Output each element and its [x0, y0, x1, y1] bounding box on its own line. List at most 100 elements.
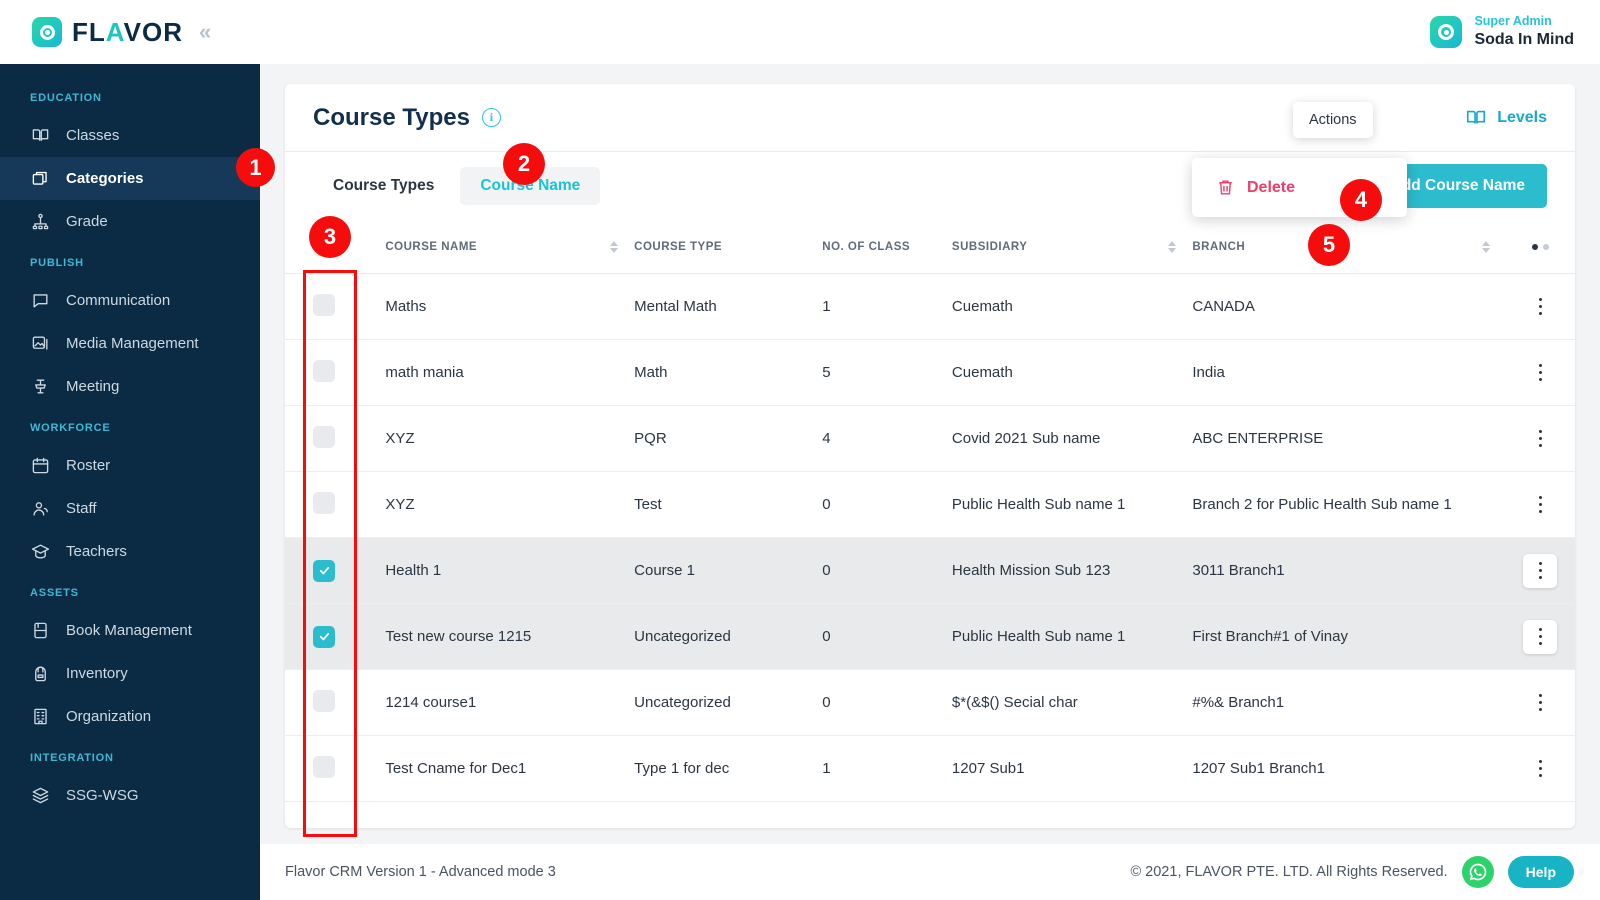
user-profile[interactable]: Super Admin Soda In Mind — [1430, 14, 1574, 50]
row-select-cell — [285, 274, 385, 340]
cell-no-of-class: 0 — [822, 694, 831, 711]
sidebar-item-label: Staff — [66, 500, 97, 517]
sidebar-item-media-management[interactable]: Media Management — [0, 322, 260, 365]
table-row[interactable]: Test Cname for Dec1 Type 1 for dec 1 1207 S… — [285, 736, 1575, 802]
help-button[interactable]: Help — [1507, 856, 1574, 888]
row-checkbox[interactable] — [313, 425, 335, 448]
row-kebab-menu-button[interactable] — [1523, 553, 1558, 588]
cell-course-type: Test — [634, 496, 662, 513]
cell-course-type: Uncategorized — [634, 628, 731, 645]
info-icon[interactable]: i — [481, 108, 501, 127]
table-row[interactable]: Health 1 Course 1 0 Health Mission Sub 123 3… — [285, 537, 1575, 604]
annotation-badge-4: 4 — [1340, 179, 1382, 221]
sidebar-item-classes[interactable]: Classes — [0, 114, 260, 157]
copyright: © 2021, FLAVOR PTE. LTD. All Rights Rese… — [1130, 864, 1448, 880]
row-select-cell — [285, 670, 385, 736]
sidebar-item-roster[interactable]: Roster — [0, 444, 260, 487]
table-row[interactable]: Maths Mental Math 1 Cuemath CANADA — [285, 274, 1575, 340]
sidebar-section-integration: INTEGRATION — [30, 752, 114, 764]
column-label: NO. OF CLASS — [822, 240, 911, 253]
cell-course-name: 1214 course1 — [385, 694, 477, 711]
column-settings-icon[interactable] — [1506, 243, 1575, 250]
row-kebab-menu-button[interactable] — [1523, 752, 1557, 786]
annotation-badge-3: 3 — [309, 216, 351, 258]
row-checkbox[interactable] — [313, 559, 335, 582]
levels-button[interactable]: Levels — [1465, 107, 1547, 129]
column-header-subsidiary[interactable]: SUBSIDIARY — [951, 220, 1193, 274]
sidebar-item-label: Book Management — [66, 622, 192, 639]
brand-name: FLAVOR — [72, 16, 183, 47]
sidebar-item-inventory[interactable]: Inventory — [0, 652, 260, 695]
sort-toggle-subsidiary[interactable] — [1168, 240, 1177, 253]
row-kebab-menu-button[interactable] — [1523, 619, 1558, 654]
footer-right: © 2021, FLAVOR PTE. LTD. All Rights Rese… — [1130, 856, 1574, 888]
sidebar-item-organization[interactable]: Organization — [0, 695, 260, 738]
column-header-course-name[interactable]: COURSE NAME — [385, 220, 635, 274]
column-label: COURSE NAME — [385, 240, 478, 253]
users-icon — [30, 499, 50, 519]
sidebar-item-book-management[interactable]: Book Management — [0, 609, 260, 652]
row-kebab-menu-button[interactable] — [1523, 290, 1557, 324]
cell-subsidiary: Public Health Sub name 1 — [951, 496, 1126, 513]
cell-no-of-class: 0 — [822, 562, 831, 579]
chevrons-left-icon[interactable]: « — [199, 21, 211, 43]
row-kebab-menu-button[interactable] — [1523, 488, 1557, 522]
sidebar-item-ssg-wsg[interactable]: SSG-WSG — [0, 774, 260, 817]
cell-no-of-class: 0 — [822, 628, 831, 645]
sort-toggle-course-name[interactable] — [610, 240, 619, 253]
table-row[interactable]: XYZ Test 0 Public Health Sub name 1 Branch 2… — [285, 472, 1575, 538]
row-checkbox[interactable] — [313, 293, 335, 316]
table-header-row: COURSE NAME COURSE TYPE NO. OF CLASS SUB… — [285, 220, 1575, 274]
sidebar-item-label: Categories — [66, 170, 144, 187]
cell-no-of-class: 5 — [822, 364, 831, 381]
tab-list: Course Types Course Name — [313, 167, 601, 205]
sidebar-item-meeting[interactable]: Meeting — [0, 365, 260, 408]
app-version: Flavor CRM Version 1 - Advanced mode 3 — [285, 864, 556, 880]
row-checkbox[interactable] — [313, 625, 335, 648]
column-header-course-type[interactable]: COURSE TYPE — [634, 220, 823, 274]
cell-course-name: Health 1 — [385, 562, 442, 579]
delete-label: Delete — [1247, 178, 1296, 196]
sidebar-item-communication[interactable]: Communication — [0, 279, 260, 322]
cell-course-name: Test Cname for Dec1 — [385, 760, 527, 777]
row-kebab-menu-button[interactable] — [1523, 422, 1557, 456]
course-name-table: COURSE NAME COURSE TYPE NO. OF CLASS SUB… — [285, 220, 1575, 802]
sidebar-item-grade[interactable]: Grade — [0, 200, 260, 243]
whatsapp-icon[interactable] — [1461, 856, 1494, 888]
cell-branch: 3011 Branch1 — [1192, 562, 1285, 579]
sidebar-item-label: Teachers — [66, 543, 127, 560]
tab-course-types[interactable]: Course Types — [313, 167, 454, 205]
backpack-icon — [30, 664, 50, 684]
page-title: Course Types i — [313, 104, 501, 132]
cell-row-actions — [1506, 670, 1575, 736]
table-row[interactable]: math mania Math 5 Cuemath India — [285, 340, 1575, 406]
table-row[interactable]: Test new course 1215 Uncategorized 0 Public… — [285, 603, 1575, 670]
row-checkbox[interactable] — [313, 689, 335, 712]
cell-branch: #%& Branch1 — [1192, 694, 1285, 711]
cell-row-actions — [1506, 340, 1575, 406]
row-select-cell — [285, 340, 385, 406]
sidebar-item-label: Grade — [66, 213, 108, 230]
column-label: SUBSIDIARY — [951, 240, 1028, 253]
book-open-icon — [30, 126, 50, 146]
sidebar-item-teachers[interactable]: Teachers — [0, 530, 260, 573]
sidebar-item-staff[interactable]: Staff — [0, 487, 260, 530]
sort-toggle-branch[interactable] — [1481, 240, 1490, 253]
sidebar-item-categories[interactable]: Categories — [0, 157, 260, 200]
row-checkbox[interactable] — [313, 491, 335, 514]
book-icon — [30, 621, 50, 641]
chat-bubble-icon — [30, 291, 50, 311]
column-header-no-of-class[interactable]: NO. OF CLASS — [822, 220, 952, 274]
sidebar-item-label: SSG-WSG — [66, 787, 139, 804]
table-row[interactable]: 1214 course1 Uncategorized 0 $*(&$() Secial… — [285, 670, 1575, 736]
row-checkbox[interactable] — [313, 755, 335, 778]
cell-course-type: PQR — [634, 430, 667, 447]
cell-course-type: Type 1 for dec — [634, 760, 730, 777]
row-kebab-menu-button[interactable] — [1523, 686, 1557, 720]
row-checkbox[interactable] — [313, 359, 335, 382]
calendar-icon — [30, 456, 50, 476]
row-kebab-menu-button[interactable] — [1523, 356, 1557, 390]
card-header: Course Types i Levels — [285, 84, 1575, 152]
table-row[interactable]: XYZ PQR 4 Covid 2021 Sub name ABC ENTERPRISE — [285, 406, 1575, 472]
cell-branch: CANADA — [1192, 298, 1255, 315]
